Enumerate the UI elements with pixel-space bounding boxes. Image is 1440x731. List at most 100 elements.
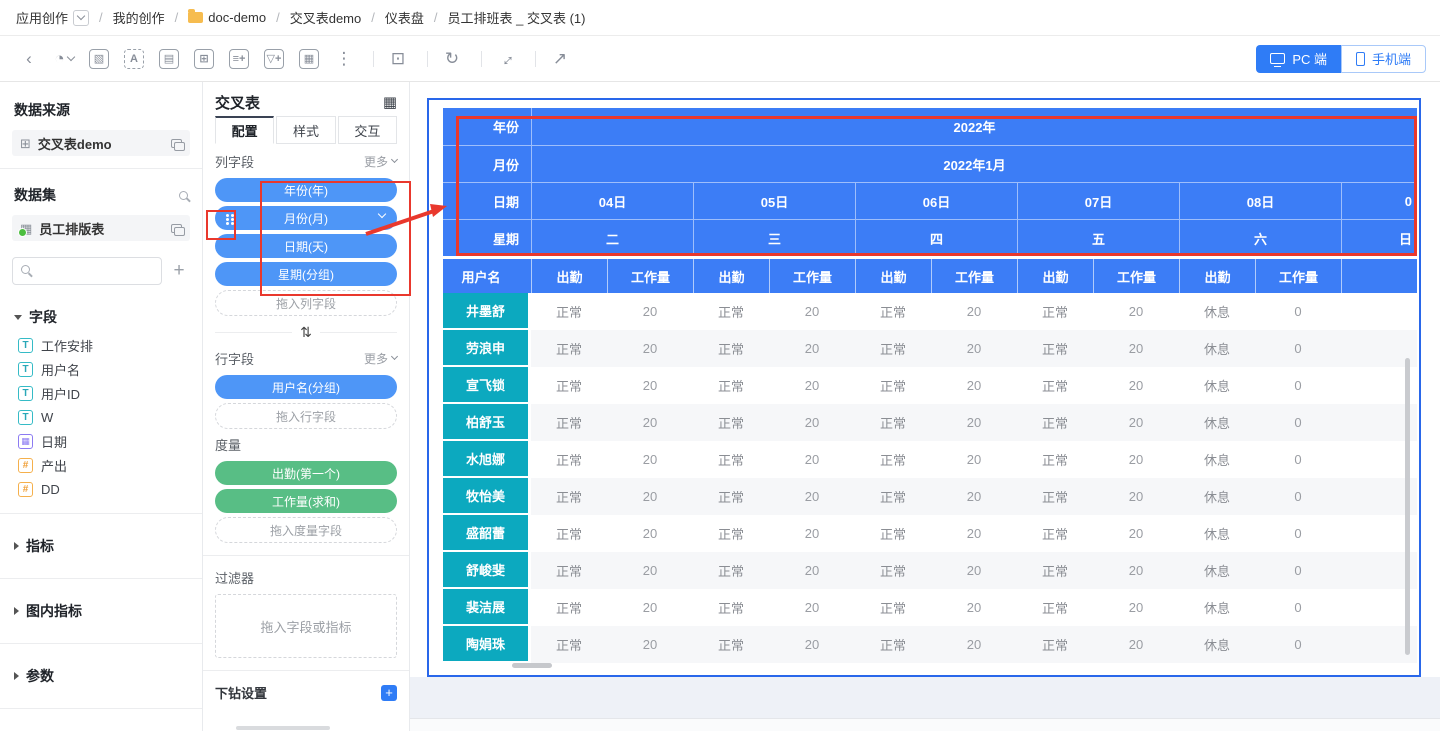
filter-dropzone[interactable]: 拖入字段或指标: [215, 594, 397, 658]
share-icon[interactable]: ↗: [545, 44, 575, 74]
chevron-down-icon[interactable]: [378, 210, 386, 218]
measures-row: 度量: [215, 435, 397, 453]
attendance-cell: 正常: [531, 367, 607, 404]
breadcrumb-item[interactable]: 应用创作: [16, 8, 89, 27]
attendance-cell: 正常: [1017, 293, 1093, 330]
dashboard-canvas[interactable]: 年份2022年月份2022年1月日期04日05日06日07日08日0星期二三四五…: [410, 82, 1440, 731]
filter-widget-icon[interactable]: ▽+: [259, 44, 289, 74]
pivot-header-row: 日期04日05日06日07日08日0: [443, 182, 1417, 219]
breadcrumb-separator: /: [434, 10, 438, 25]
row-header-cell: 裴洁展: [443, 589, 531, 626]
fullscreen-icon[interactable]: ↔: [491, 44, 521, 74]
add-field-button[interactable]: +: [168, 260, 190, 282]
swap-axes-row: ⇅: [215, 324, 397, 341]
workload-cell: 20: [607, 367, 693, 404]
pc-view-button[interactable]: PC 端: [1256, 45, 1341, 73]
attendance-cell: 正常: [531, 552, 607, 589]
component-widget-icon[interactable]: ⊞: [189, 44, 219, 74]
vertical-scrollbar[interactable]: [1405, 358, 1410, 655]
switch-panel-icon[interactable]: [171, 224, 182, 233]
search-icon[interactable]: [179, 191, 188, 200]
form-widget-icon[interactable]: ▤: [154, 44, 184, 74]
pivot-measure-header-row: 用户名出勤工作量出勤工作量出勤工作量出勤工作量出勤工作量: [443, 259, 1417, 293]
switch-panel-icon[interactable]: [171, 139, 182, 148]
measure-header-cell: 工作量: [931, 259, 1017, 293]
monitor-icon: [1270, 53, 1285, 64]
swap-axes-icon[interactable]: ⇅: [300, 324, 312, 341]
breadcrumb-item[interactable]: 我的创作: [113, 8, 165, 27]
pivot-header-row: 年份2022年: [443, 108, 1417, 145]
list-add-widget-icon[interactable]: ≡+: [224, 44, 254, 74]
pill-label: 年份(年): [284, 182, 328, 199]
column-field-pill[interactable]: 日期(天): [215, 234, 397, 258]
measure-pill[interactable]: 出勤(第一个): [215, 461, 397, 485]
divider: [0, 578, 202, 579]
chart-type-icon[interactable]: ◔: [49, 44, 79, 74]
row-field-pill[interactable]: 用户名(分组): [215, 375, 397, 399]
tab-样式[interactable]: 样式: [276, 116, 335, 144]
text-widget-icon[interactable]: A: [119, 44, 149, 74]
table-widget-icon[interactable]: ▦: [294, 44, 324, 74]
field-item[interactable]: ▦日期: [0, 429, 202, 453]
attendance-cell: 休息: [1179, 478, 1255, 515]
add-drill-button[interactable]: +: [381, 685, 397, 701]
more-icon[interactable]: ⋮: [329, 44, 359, 74]
breadcrumb-item[interactable]: 员工排班表 _ 交叉表 (1): [448, 8, 586, 27]
attendance-cell: 正常: [693, 552, 769, 589]
fields-section-header[interactable]: 字段: [0, 293, 202, 333]
breadcrumb-item-label: doc-demo: [208, 10, 266, 25]
panel-scrollbar[interactable]: [236, 726, 330, 730]
sidebar-section-3[interactable]: 用户属性: [0, 721, 202, 731]
breadcrumb-item[interactable]: 仪表盘: [385, 8, 424, 27]
sidebar-section-label: 指标: [26, 536, 54, 556]
field-item[interactable]: T工作安排: [0, 333, 202, 357]
field-item[interactable]: T用户ID: [0, 381, 202, 405]
sidebar-section-label: 参数: [26, 666, 54, 686]
attendance-cell: 休息: [1179, 589, 1255, 626]
workload-cell: 20: [1093, 589, 1179, 626]
column-field-pill[interactable]: 年份(年): [215, 178, 397, 202]
refresh-icon[interactable]: ↻: [437, 44, 467, 74]
attendance-cell: 正常: [693, 441, 769, 478]
back-icon[interactable]: ‹: [14, 44, 44, 74]
folder-icon: [188, 12, 203, 23]
present-icon[interactable]: ⊡: [383, 44, 413, 74]
pivot-header-block: 年份2022年月份2022年1月日期04日05日06日07日08日0星期二三四五…: [443, 108, 1417, 256]
field-item[interactable]: T用户名: [0, 357, 202, 381]
breadcrumb-item[interactable]: doc-demo: [188, 10, 266, 25]
dataset-name: 员工排版表: [39, 219, 164, 238]
dataset-item[interactable]: ▦ 员工排版表: [12, 215, 190, 241]
table-row: 水旭娜正常20正常20正常20正常20休息0: [443, 441, 1417, 478]
mobile-view-button[interactable]: 手机端: [1341, 45, 1426, 73]
table-row: 井墨舒正常20正常20正常20正常20休息0: [443, 293, 1417, 330]
field-item[interactable]: TW: [0, 405, 202, 429]
pivot-header-row: 月份2022年1月: [443, 145, 1417, 182]
attendance-cell: 正常: [855, 552, 931, 589]
drag-handle-icon[interactable]: [226, 214, 229, 217]
sidebar-section-2[interactable]: 参数: [0, 656, 202, 696]
column-field-pill[interactable]: 星期(分组): [215, 262, 397, 286]
sidebar-section-1[interactable]: 图内指标: [0, 591, 202, 631]
row-fields-more[interactable]: 更多: [364, 350, 397, 367]
chevron-down-icon[interactable]: [73, 10, 89, 26]
column-field-dropzone[interactable]: 拖入列字段: [215, 290, 397, 316]
row-header-cell: 井墨舒: [443, 293, 531, 330]
field-item[interactable]: #DD: [0, 477, 202, 501]
measure-pill[interactable]: 工作量(求和): [215, 489, 397, 513]
data-source-item[interactable]: ⊞ 交叉表demo: [12, 130, 190, 156]
sidebar-section-0[interactable]: 指标: [0, 526, 202, 566]
field-item[interactable]: #产出: [0, 453, 202, 477]
measure-dropzone[interactable]: 拖入度量字段: [215, 517, 397, 543]
date-field-icon: ▦: [18, 434, 33, 449]
divider: [320, 332, 397, 333]
breadcrumb-item[interactable]: 交叉表demo: [290, 8, 362, 27]
tab-配置[interactable]: 配置: [215, 116, 274, 144]
search-input[interactable]: [12, 257, 162, 285]
horizontal-scrollbar[interactable]: [512, 663, 552, 668]
image-widget-icon[interactable]: ▧: [84, 44, 114, 74]
row-field-dropzone[interactable]: 拖入行字段: [215, 403, 397, 429]
tab-交互[interactable]: 交互: [338, 116, 397, 144]
column-field-pill[interactable]: 月份(月): [215, 206, 397, 230]
column-fields-more[interactable]: 更多: [364, 153, 397, 170]
table-row: 舒峻斐正常20正常20正常20正常20休息0: [443, 552, 1417, 589]
